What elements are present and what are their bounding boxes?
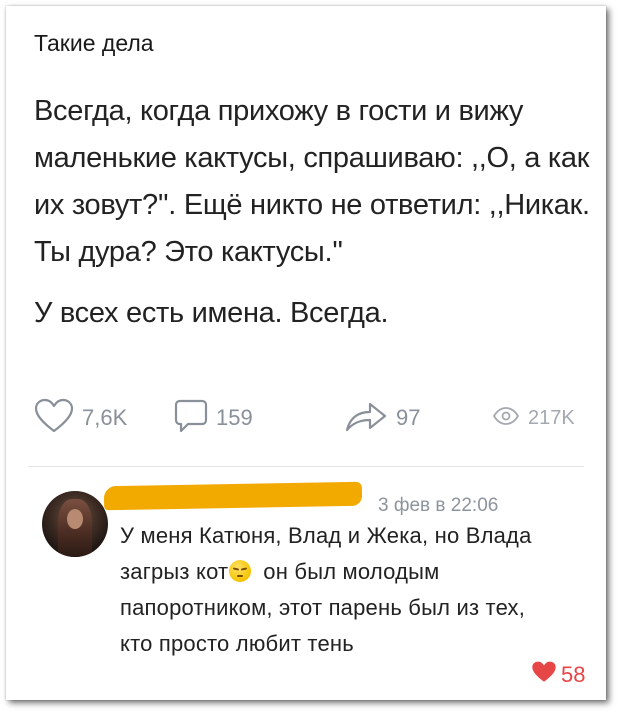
heart-filled-icon [531, 660, 557, 689]
post-card: Такие дела Всегда, когда прихожу в гости… [6, 6, 606, 700]
divider [28, 466, 584, 467]
share-count: 97 [396, 405, 421, 430]
view-count: 217K [528, 406, 575, 429]
comment-text: У меня Катюня, Влад и Жека, но Влада заг… [120, 518, 540, 662]
views-counter: 217K [492, 398, 575, 438]
like-button[interactable]: 7,6K [34, 398, 127, 438]
post-paragraph-2: У всех есть имена. Всегда. [34, 297, 389, 329]
comment-count: 159 [216, 405, 253, 430]
commenter-avatar[interactable] [42, 491, 108, 557]
like-count: 7,6K [82, 405, 128, 430]
post-text: Всегда, когда прихожу в гости и вижу мал… [34, 88, 594, 337]
group-name[interactable]: Такие дела [34, 30, 154, 57]
share-arrow-icon [344, 398, 388, 439]
eye-icon [492, 406, 520, 431]
heart-outline-icon [34, 398, 74, 439]
comment-like-count: 58 [561, 661, 586, 687]
post-actions: 7,6K 159 97 217K [34, 398, 594, 438]
redacted-commenter-name [103, 481, 363, 511]
comment-button[interactable]: 159 [174, 398, 253, 438]
post-paragraph-1: Всегда, когда прихожу в гости и вижу мал… [34, 95, 590, 268]
share-button[interactable]: 97 [344, 398, 420, 438]
comment-bubble-icon [174, 398, 208, 439]
pensive-emoji-icon [229, 560, 252, 582]
comment-like-button[interactable]: 58 [531, 660, 585, 689]
comment-date[interactable]: 3 фев в 22:06 [378, 495, 498, 517]
